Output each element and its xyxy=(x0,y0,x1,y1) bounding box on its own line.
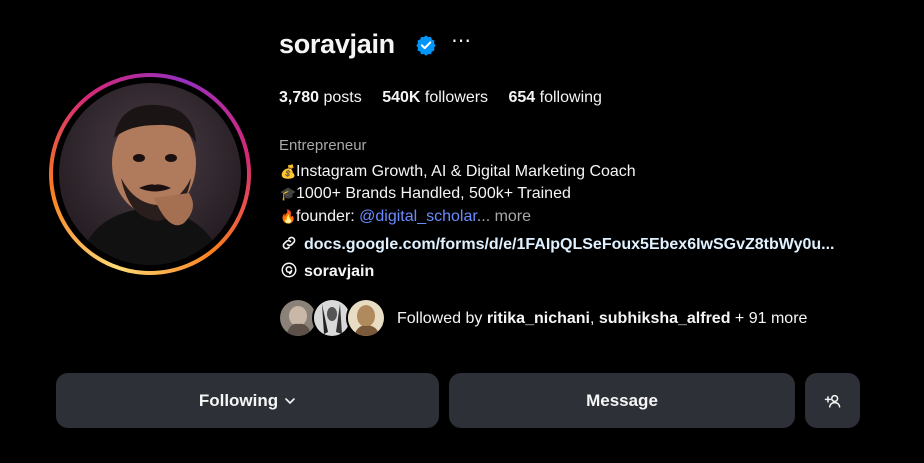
link-icon xyxy=(282,236,296,250)
add-user-icon xyxy=(824,394,840,408)
followers-label: followers xyxy=(424,89,489,106)
following-label: following xyxy=(539,89,602,106)
followers-stat[interactable]: 540K followers xyxy=(382,89,488,107)
chevron-down-icon xyxy=(285,397,295,404)
followed-by-text[interactable]: Followed by ritika_nichani, subhiksha_al… xyxy=(397,310,807,328)
followers-count: 540K xyxy=(382,89,421,106)
bio-text: 1000+ Brands Handled, 500k+ Trained xyxy=(296,185,571,202)
external-link[interactable]: docs.google.com/forms/d/e/1FAIpQLSeFoux5… xyxy=(280,234,834,254)
followed-by-separator: , xyxy=(589,310,599,327)
threads-handle: soravjain xyxy=(304,263,375,280)
followed-by-prefix: Followed by xyxy=(397,310,487,327)
money-bag-icon: 💰 xyxy=(280,164,297,179)
bio-line: 💰Instagram Growth, AI & Digital Marketin… xyxy=(280,163,636,181)
following-button-label: Following xyxy=(198,390,279,410)
profile-stats: 3,780 posts 540K followers 654 following xyxy=(279,89,618,107)
external-link-text: docs.google.com/forms/d/e/1FAIpQLSeFoux5… xyxy=(304,236,835,253)
posts-count: 3,780 xyxy=(279,89,320,106)
fire-icon: 🔥 xyxy=(280,209,297,224)
following-button[interactable]: Following xyxy=(56,373,439,428)
profile-category: Entrepreneur xyxy=(279,137,367,154)
avatar-photo xyxy=(59,83,241,265)
more-options-icon[interactable]: ⋯ xyxy=(450,31,472,54)
mutual-follower-username: ritika_nichani xyxy=(486,310,590,327)
posts-stat[interactable]: 3,780 posts xyxy=(279,89,362,107)
posts-label: posts xyxy=(323,89,362,106)
following-stat[interactable]: 654 following xyxy=(509,89,602,107)
followed-by-suffix: + 91 more xyxy=(730,310,808,327)
bio-line: 🔥founder: @digital_scholar... more xyxy=(280,208,531,226)
avatar xyxy=(346,298,386,338)
bio-line: 🎓1000+ Brands Handled, 500k+ Trained xyxy=(280,185,571,203)
message-button-label: Message xyxy=(586,390,658,410)
message-button[interactable]: Message xyxy=(449,373,795,428)
bio-text: founder: xyxy=(296,208,360,225)
profile-avatar[interactable] xyxy=(59,83,241,265)
threads-link[interactable]: soravjain xyxy=(280,261,374,281)
graduation-cap-icon: 🎓 xyxy=(280,186,297,201)
following-count: 654 xyxy=(508,89,536,106)
bio-text: Instagram Growth, AI & Digital Marketing… xyxy=(296,163,636,180)
mutual-followers-avatars[interactable] xyxy=(278,298,388,338)
suggested-users-button[interactable] xyxy=(805,373,860,428)
profile-username: soravjain xyxy=(279,29,395,59)
bio-more-link[interactable]: ... more xyxy=(477,208,531,225)
mutual-follower-username: subhiksha_alfred xyxy=(598,310,731,327)
verified-badge-icon xyxy=(415,34,437,56)
bio-mention-link[interactable]: @digital_scholar xyxy=(359,208,477,225)
profile-avatar-ring[interactable] xyxy=(49,73,251,275)
threads-icon xyxy=(281,262,297,278)
